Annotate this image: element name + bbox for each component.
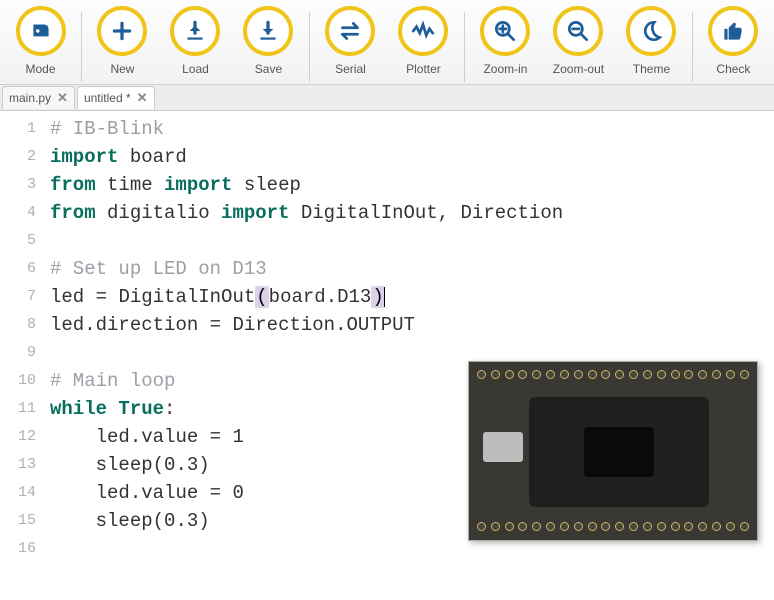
code-line[interactable]: [50, 227, 774, 255]
theme-button[interactable]: Theme: [615, 6, 688, 76]
toolbar-separator: [309, 12, 310, 82]
toolbar-label: Mode: [25, 62, 55, 76]
toolbar-separator: [464, 12, 465, 82]
toolbar: Mode New Load Save Serial Plotter Zoom-i…: [0, 0, 774, 85]
code-line[interactable]: led = DigitalInOut(board.D13): [50, 283, 774, 311]
tab-bar: main.py ✕ untitled * ✕: [0, 85, 774, 111]
save-button[interactable]: Save: [232, 6, 305, 76]
zoom-in-icon: [492, 18, 518, 44]
toolbar-separator: [81, 12, 82, 82]
code-line[interactable]: # IB-Blink: [50, 115, 774, 143]
new-button[interactable]: New: [86, 6, 159, 76]
tab-untitled[interactable]: untitled * ✕: [77, 86, 155, 109]
toolbar-label: Plotter: [406, 62, 441, 76]
mode-button[interactable]: Mode: [4, 6, 77, 76]
line-gutter: 12345678910111213141516: [0, 115, 50, 563]
plotter-icon: [410, 18, 436, 44]
code-line[interactable]: import board: [50, 143, 774, 171]
zoom-in-button[interactable]: Zoom-in: [469, 6, 542, 76]
save-icon: [255, 18, 281, 44]
code-line[interactable]: from digitalio import DigitalInOut, Dire…: [50, 199, 774, 227]
serial-icon: [337, 18, 363, 44]
code-editor[interactable]: 12345678910111213141516 # IB-Blinkimport…: [0, 111, 774, 563]
toolbar-separator: [692, 12, 693, 82]
zoom-out-button[interactable]: Zoom-out: [542, 6, 615, 76]
plotter-button[interactable]: Plotter: [387, 6, 460, 76]
code-line[interactable]: # Set up LED on D13: [50, 255, 774, 283]
code-line[interactable]: from time import sleep: [50, 171, 774, 199]
load-icon: [182, 18, 208, 44]
toolbar-label: Serial: [335, 62, 366, 76]
thumbs-up-icon: [720, 18, 746, 44]
plus-icon: [109, 18, 135, 44]
toolbar-label: Theme: [633, 62, 670, 76]
robot-icon: [28, 18, 54, 44]
check-button[interactable]: Check: [697, 6, 770, 76]
zoom-out-icon: [565, 18, 591, 44]
close-icon[interactable]: ✕: [57, 90, 68, 106]
close-icon[interactable]: ✕: [137, 90, 148, 106]
tab-label: main.py: [9, 91, 51, 105]
toolbar-label: New: [110, 62, 134, 76]
serial-button[interactable]: Serial: [314, 6, 387, 76]
toolbar-label: Zoom-in: [483, 62, 527, 76]
code-line[interactable]: led.direction = Direction.OUTPUT: [50, 311, 774, 339]
toolbar-label: Zoom-out: [553, 62, 604, 76]
microcontroller-photo: [468, 361, 758, 541]
toolbar-label: Check: [716, 62, 750, 76]
load-button[interactable]: Load: [159, 6, 232, 76]
moon-icon: [638, 18, 664, 44]
tab-main-py[interactable]: main.py ✕: [2, 86, 75, 109]
toolbar-label: Load: [182, 62, 209, 76]
tab-label: untitled *: [84, 91, 131, 105]
toolbar-label: Save: [255, 62, 282, 76]
